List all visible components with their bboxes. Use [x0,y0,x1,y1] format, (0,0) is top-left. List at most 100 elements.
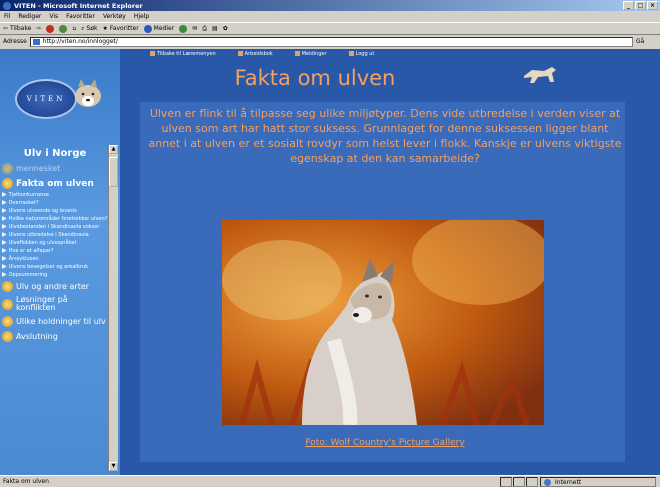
triangle-right-icon: ▶ [2,255,7,262]
mail-button[interactable]: ✉ [192,25,197,32]
sidebar-nav: mennesket Fakta om ulven ▶ Tjetkonkurrans… [0,161,110,473]
flower-icon [2,281,13,292]
security-zone: Internett [540,477,656,487]
media-button[interactable]: Medier [143,24,174,33]
triangle-right-icon: ▶ [2,271,7,278]
web-page: VITEN Ulv i Norge mennesket Fakta om ulv… [0,49,660,475]
print-icon: ⎙ [202,24,208,32]
toolbar: ⇦ Tilbake ⇨ ⌂ ⌕ Søk ★ Favoritter Medier ✉ ⎙… [0,22,660,35]
wolf-illustration [222,220,544,425]
sidebar-item-naturomrader[interactable]: ▶ Hvilke naturområder foretrekker ulven? [0,215,110,223]
triangle-right-icon: ▶ [2,199,7,206]
flower-icon [2,316,13,327]
sidebar-item-losninger[interactable]: Løsninger på konflikten [0,294,110,314]
search-icon: ⌕ [81,24,85,32]
status-cell [513,477,525,487]
arrow-icon [150,51,155,56]
window-titlebar: VITEN - Microsoft Internet Explorer _ □ … [0,0,660,11]
menu-favorites[interactable]: Favoritter [66,13,95,20]
book-icon [237,51,243,56]
edit-icon: ▤ [212,25,218,32]
viten-logo[interactable]: VITEN [15,79,77,119]
flower-icon [2,163,13,174]
status-text: Fakta om ulven [3,478,49,485]
nav-messages[interactable]: Meldinger [294,51,327,57]
sidebar-item-fakta-om-ulven[interactable]: Fakta om ulven [0,176,110,191]
go-button[interactable]: Gå [636,38,660,45]
wolf-head-icon [75,79,101,107]
photo-credit-link[interactable]: Foto: Wolf Country's Picture Gallery [250,438,520,448]
back-arrow-icon: ⇦ [3,25,9,32]
close-button[interactable]: × [647,1,658,10]
wolf-photo [222,220,544,425]
maximize-button[interactable]: □ [635,1,646,10]
sidebar-item-ulv-og-andre-arter[interactable]: Ulv og andre arter [0,279,110,294]
menu-view[interactable]: Vis [49,13,58,20]
window-controls: _ □ × [623,1,658,10]
nav-workbook[interactable]: Arbeidsbok [237,51,273,57]
sidebar-item-alfapar[interactable]: ▶ Hva er et alfapar? [0,247,110,255]
triangle-right-icon: ▶ [2,215,7,222]
sidebar-item-arssyklusen[interactable]: ▶ Årssyklusen [0,255,110,263]
nav-logout[interactable]: Logg ut [348,51,374,57]
scroll-up-arrow[interactable]: ▲ [109,145,118,154]
messenger-icon: ✿ [222,25,228,32]
triangle-right-icon: ▶ [2,207,7,214]
sidebar-item-holdninger[interactable]: Ulike holdninger til ulv [0,314,110,329]
running-wolf-icon [524,67,556,83]
menu-file[interactable]: Fil [4,13,10,20]
page-title: Fakta om ulven [234,66,396,90]
sidebar-item-ulvebestanden[interactable]: ▶ Ulvebestanden i Skandinavia vokser [0,223,110,231]
star-icon: ★ [102,25,108,32]
sidebar-item-bevegelser[interactable]: ▶ Ulvens bevegelser og arealbruk [0,263,110,271]
refresh-button[interactable] [59,24,68,33]
sidebar: VITEN Ulv i Norge mennesket Fakta om ulv… [0,49,120,475]
sidebar-item-mennesket[interactable]: mennesket [0,161,110,176]
triangle-right-icon: ▶ [2,223,7,230]
minimize-button[interactable]: _ [623,1,634,10]
back-button[interactable]: ⇦ Tilbake [3,25,31,32]
address-input[interactable]: http://viten.no/innlogget/ [29,36,633,47]
menu-tools[interactable]: Verktøy [103,13,126,20]
stop-button[interactable] [46,24,55,33]
history-icon [179,24,188,33]
home-button[interactable]: ⌂ [72,25,76,32]
forward-button[interactable]: ⇨ [36,25,41,32]
logout-icon [348,51,354,56]
sidebar-item-utseende[interactable]: ▶ Ulvens utseende og levesis [0,207,110,215]
refresh-icon [59,24,68,33]
triangle-right-icon: ▶ [2,247,7,254]
status-cell [500,477,512,487]
triangle-right-icon: ▶ [2,191,7,198]
menu-edit[interactable]: Rediger [18,13,41,20]
sidebar-scrollbar[interactable]: ▲ ▼ [108,145,118,471]
messenger-button[interactable]: ✿ [223,25,228,32]
forward-arrow-icon: ⇨ [36,25,42,32]
sidebar-item-overrasket[interactable]: ▶ Overrasket? [0,199,110,207]
home-icon: ⌂ [72,25,77,32]
address-bar: Adresse http://viten.no/innlogget/ Gå [0,35,660,48]
sidebar-item-avslutning[interactable]: Avslutning [0,329,110,344]
top-navigation: Tilbake til Læremenyen Arbeidsbok Meldin… [150,49,500,58]
sidebar-item-utbredelse[interactable]: ▶ Ulvens utbredelse i Skandinavia [0,231,110,239]
triangle-right-icon: ▶ [2,239,7,246]
sidebar-item-ulveflokken[interactable]: ▶ Ulveflokken og ulvespråket [0,239,110,247]
status-bar: Fakta om ulven Internett [0,475,660,487]
menu-help[interactable]: Hjelp [134,13,149,20]
sidebar-item-oppsummering[interactable]: ▶ Oppsummering [0,271,110,279]
stop-icon [46,24,55,33]
scroll-down-arrow[interactable]: ▼ [109,462,118,471]
nav-back-to-menu[interactable]: Tilbake til Læremenyen [150,51,216,57]
address-label: Adresse [3,38,27,45]
scroll-thumb[interactable] [109,157,118,187]
flower-icon [2,178,13,189]
search-button[interactable]: ⌕ Søk [81,25,97,33]
history-button[interactable] [179,24,188,33]
edit-button[interactable]: ▤ [212,25,218,32]
sidebar-section-title: Ulv i Norge [23,148,87,159]
favorites-button[interactable]: ★ Favoritter [102,25,138,32]
ie-icon [3,1,11,10]
sidebar-item-tjetkonkurranse[interactable]: ▶ Tjetkonkurranse [0,191,110,199]
print-button[interactable]: ⎙ [202,25,207,33]
window-title: VITEN - Microsoft Internet Explorer [14,1,143,10]
